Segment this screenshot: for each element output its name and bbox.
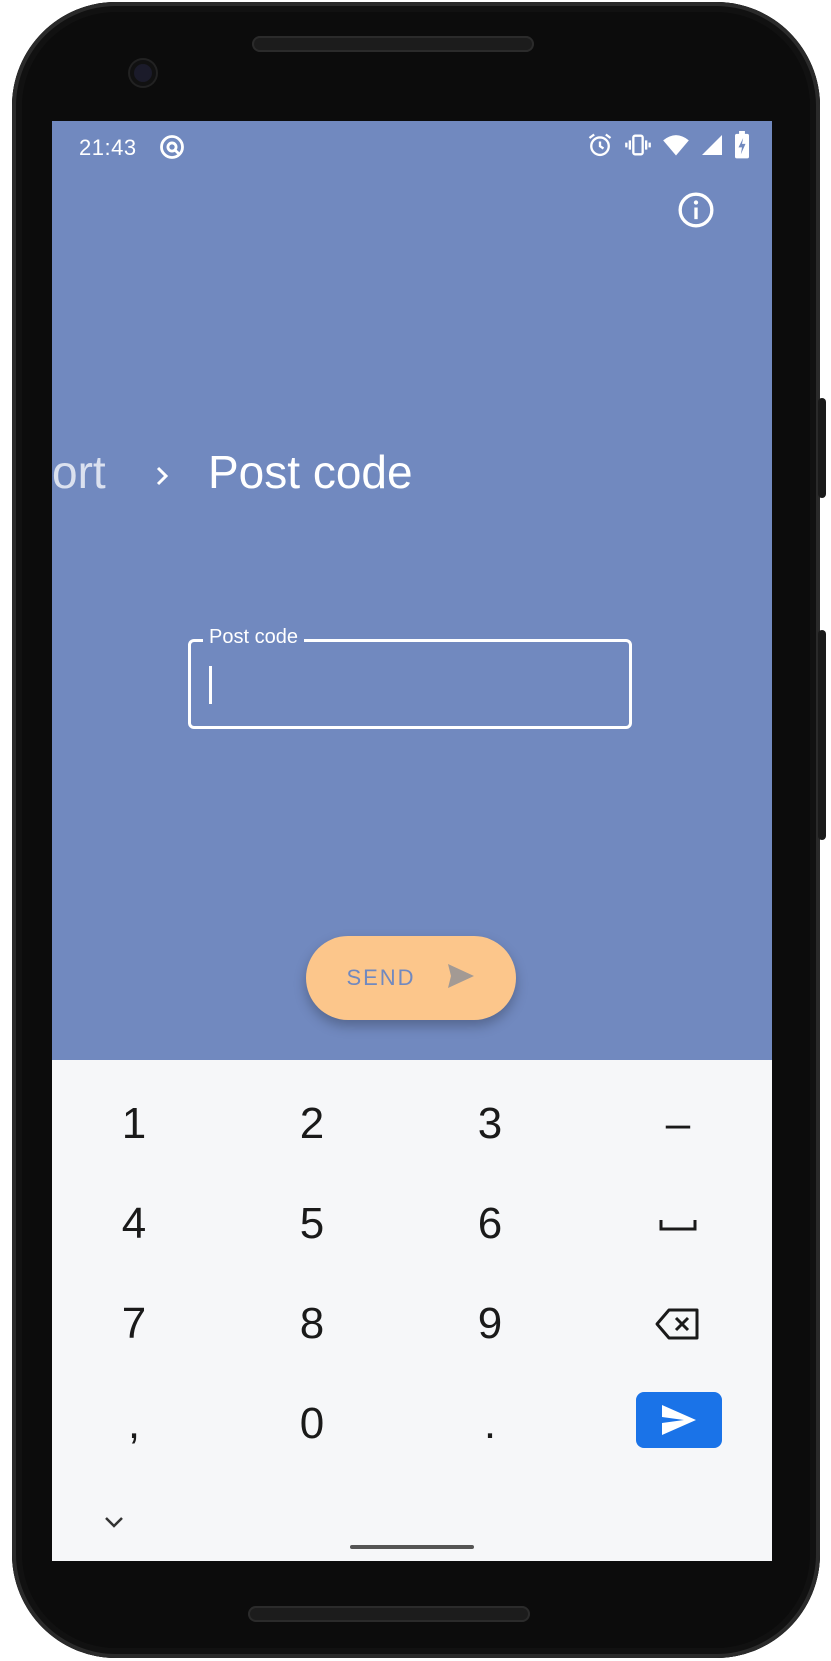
key-6[interactable]: 6	[420, 1184, 560, 1264]
front-camera	[130, 60, 156, 86]
key-8[interactable]: 8	[242, 1284, 382, 1364]
post-code-label: Post code	[203, 626, 304, 649]
key-3[interactable]: 3	[420, 1084, 560, 1164]
power-button	[818, 398, 826, 498]
key-period[interactable]: .	[420, 1384, 560, 1464]
volume-button	[818, 630, 826, 840]
send-button-label: SEND	[346, 965, 416, 990]
key-1[interactable]: 1	[64, 1084, 204, 1164]
info-icon	[678, 192, 714, 228]
numeric-keyboard: 1 2 3 – 4 5 6 7 8 9 , 0 .	[52, 1060, 772, 1561]
alarm-icon	[586, 131, 614, 164]
key-4[interactable]: 4	[64, 1184, 204, 1264]
breadcrumb-current: Post code	[208, 446, 413, 498]
status-bar: 21:43	[52, 121, 772, 177]
vibrate-icon	[624, 131, 652, 164]
app-screen: 21:43 ort Post code Post code SEND 1 2 3…	[52, 121, 772, 1561]
gesture-nav-handle[interactable]	[350, 1545, 474, 1549]
space-icon	[659, 1220, 697, 1231]
key-backspace[interactable]	[608, 1284, 748, 1364]
info-button[interactable]	[676, 190, 716, 230]
post-code-input[interactable]	[205, 662, 609, 708]
post-code-field[interactable]: Post code	[188, 626, 632, 729]
status-time: 21:43	[79, 135, 137, 160]
top-speaker	[252, 36, 534, 52]
key-5[interactable]: 5	[242, 1184, 382, 1264]
send-button[interactable]: SEND	[306, 936, 516, 1020]
breadcrumb: ort Post code	[52, 439, 772, 509]
wifi-icon	[662, 131, 690, 164]
battery-charging-icon	[734, 131, 750, 164]
signal-icon	[700, 133, 724, 162]
breadcrumb-previous[interactable]: ort	[52, 445, 106, 499]
key-space[interactable]	[608, 1184, 748, 1264]
status-icons	[586, 131, 750, 164]
backspace-icon	[655, 1308, 699, 1340]
text-caret	[209, 666, 212, 704]
key-2[interactable]: 2	[242, 1084, 382, 1164]
key-enter[interactable]	[636, 1392, 722, 1448]
at-sign-icon	[158, 133, 186, 166]
send-icon	[662, 1405, 696, 1435]
key-comma[interactable]: ,	[64, 1384, 204, 1464]
key-7[interactable]: 7	[64, 1284, 204, 1364]
chevron-right-icon	[150, 451, 174, 487]
chevron-down-icon[interactable]	[100, 1512, 128, 1532]
key-9[interactable]: 9	[420, 1284, 560, 1364]
key-dash[interactable]: –	[608, 1084, 748, 1164]
key-0[interactable]: 0	[242, 1384, 382, 1464]
send-arrow-icon	[446, 962, 476, 995]
bottom-speaker	[248, 1606, 530, 1622]
